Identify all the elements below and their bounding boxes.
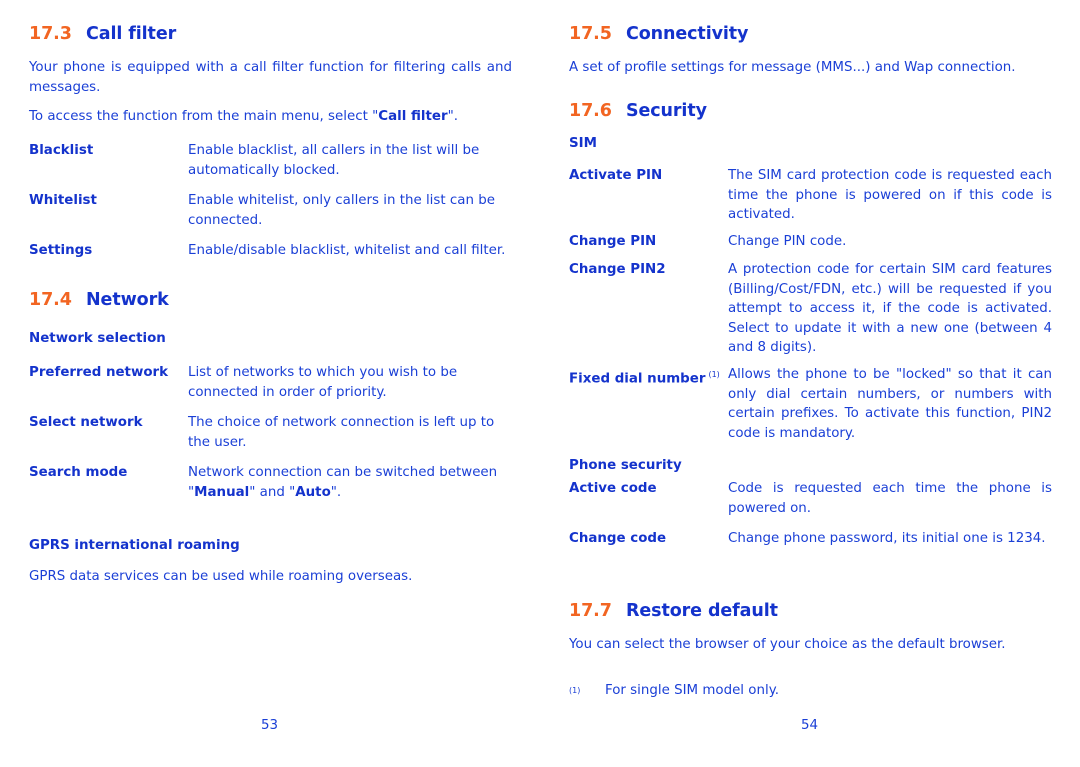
term-preferred-network: Preferred network bbox=[29, 365, 169, 380]
definition-fixed-dial-number: Allows the phone to be "locked" so that … bbox=[728, 367, 1052, 441]
option-manual: Manual bbox=[194, 484, 250, 500]
definition-whitelist: Enable whitelist, only callers in the li… bbox=[188, 193, 495, 228]
section-heading-connectivity: 17.5 Connectivity bbox=[569, 24, 748, 44]
footnote-mark: (1) bbox=[569, 686, 581, 695]
definition-text: ". bbox=[330, 484, 342, 500]
section-heading-call-filter: 17.3 Call filter bbox=[29, 24, 176, 44]
section-number: 17.3 bbox=[29, 24, 72, 44]
term-activate-pin: Activate PIN bbox=[569, 168, 663, 183]
section-heading-network: 17.4 Network bbox=[29, 290, 169, 310]
section-heading-security: 17.6 Security bbox=[569, 101, 707, 121]
definition-search-mode: Network connection can be switched betwe… bbox=[188, 463, 508, 502]
subheading-phone-security: Phone security bbox=[569, 458, 682, 473]
definition-text: " and " bbox=[249, 484, 296, 500]
definition-change-pin: Change PIN code. bbox=[728, 234, 847, 249]
term-fixed-dial-number: Fixed dial number (1) bbox=[569, 365, 720, 389]
section-title: Call filter bbox=[86, 24, 177, 44]
section-number: 17.7 bbox=[569, 601, 612, 621]
section-title: Security bbox=[626, 101, 707, 121]
term-active-code: Active code bbox=[569, 481, 657, 496]
section-title: Restore default bbox=[626, 601, 778, 621]
call-filter-intro: Your phone is equipped with a call filte… bbox=[29, 60, 512, 95]
section-heading-restore-default: 17.7 Restore default bbox=[569, 601, 778, 621]
footnote-text: For single SIM model only. bbox=[605, 683, 779, 698]
call-filter-access: To access the function from the main men… bbox=[29, 107, 458, 127]
section-title: Connectivity bbox=[626, 24, 749, 44]
option-auto: Auto bbox=[295, 484, 331, 500]
subheading-network-selection: Network selection bbox=[29, 331, 166, 346]
page-number: 54 bbox=[801, 718, 819, 733]
term-search-mode: Search mode bbox=[29, 465, 128, 480]
definition-active-code: Code is requested each time the phone is… bbox=[728, 481, 1052, 516]
connectivity-text: A set of profile settings for message (M… bbox=[569, 60, 1016, 75]
section-number: 17.5 bbox=[569, 24, 612, 44]
footnote-reference: (1) bbox=[708, 370, 720, 379]
section-number: 17.6 bbox=[569, 101, 612, 121]
definition-blacklist: Enable blacklist, all callers in the lis… bbox=[188, 143, 480, 178]
definition-change-code: Change phone password, its initial one i… bbox=[728, 531, 1046, 546]
term-change-code: Change code bbox=[569, 531, 667, 546]
section-number: 17.4 bbox=[29, 290, 72, 310]
term-settings: Settings bbox=[29, 243, 93, 258]
gprs-roaming-text: GPRS data services can be used while roa… bbox=[29, 569, 413, 584]
restore-default-text: You can select the browser of your choic… bbox=[569, 637, 1006, 652]
term-change-pin2: Change PIN2 bbox=[569, 262, 666, 277]
access-text-suffix: ". bbox=[447, 109, 458, 124]
definition-preferred-network: List of networks to which you wish to be… bbox=[188, 365, 458, 400]
subheading-gprs-roaming: GPRS international roaming bbox=[29, 538, 240, 553]
definition-activate-pin: The SIM card protection code is requeste… bbox=[728, 168, 1052, 222]
definition-change-pin2: A protection code for certain SIM card f… bbox=[728, 262, 1052, 355]
term-select-network: Select network bbox=[29, 415, 143, 430]
term-blacklist: Blacklist bbox=[29, 143, 94, 158]
definition-settings: Enable/disable blacklist, whitelist and … bbox=[188, 243, 506, 258]
definition-select-network: The choice of network connection is left… bbox=[188, 415, 495, 450]
term-whitelist: Whitelist bbox=[29, 193, 97, 208]
subheading-sim: SIM bbox=[569, 136, 597, 151]
access-text-prefix: To access the function from the main men… bbox=[29, 109, 379, 124]
term-change-pin: Change PIN bbox=[569, 234, 657, 249]
term-text: Fixed dial number bbox=[569, 371, 706, 387]
page-number: 53 bbox=[261, 718, 279, 733]
section-title: Network bbox=[86, 290, 169, 310]
access-text-bold: Call filter bbox=[378, 109, 448, 124]
